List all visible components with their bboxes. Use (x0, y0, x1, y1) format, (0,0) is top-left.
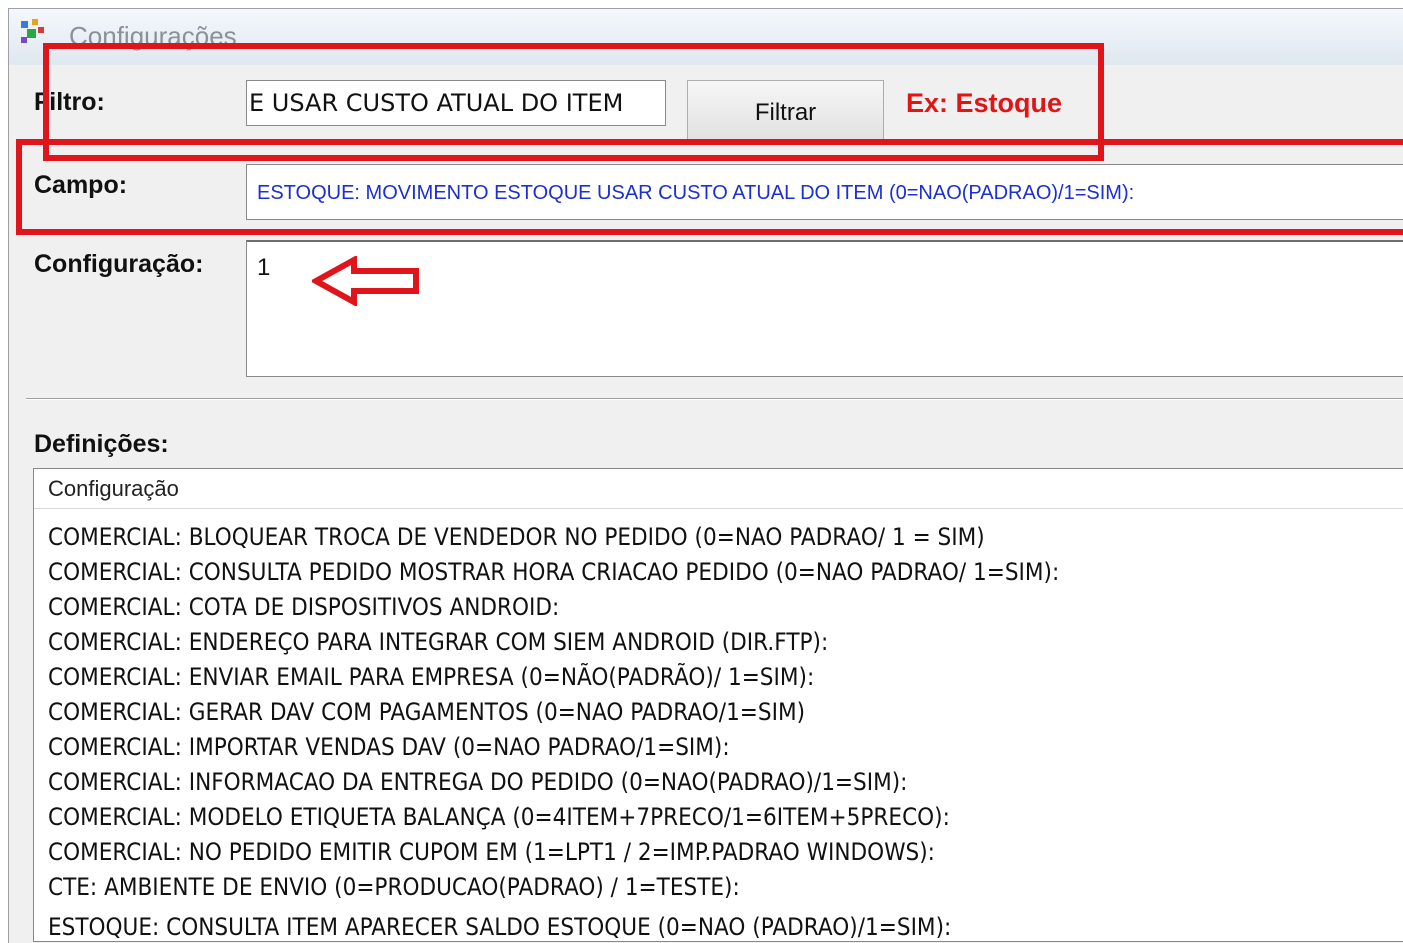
filter-example-hint: Ex: Estoque (906, 88, 1063, 118)
list-item[interactable]: COMERCIAL: NO PEDIDO EMITIR CUPOM EM (1=… (48, 834, 935, 870)
list-item[interactable]: CTE: AMBIENTE DE ENVIO (0=PRODUCAO(PADRA… (48, 869, 740, 905)
campo-label: Campo: (34, 171, 128, 199)
list-item[interactable]: COMERCIAL: COTA DE DISPOSITIVOS ANDROID: (48, 589, 559, 625)
list-item[interactable]: COMERCIAL: ENVIAR EMAIL PARA EMPRESA (0=… (48, 659, 814, 695)
definicoes-label: Definições: (34, 430, 169, 458)
title-bar: Configurações (9, 9, 1403, 65)
list-item[interactable]: COMERCIAL: IMPORTAR VENDAS DAV (0=NAO PA… (48, 729, 730, 765)
app-icon (21, 19, 44, 43)
window-title: Configurações (69, 21, 237, 51)
list-item[interactable]: COMERCIAL: INFORMACAO DA ENTREGA DO PEDI… (48, 764, 907, 800)
separator (26, 398, 1403, 400)
definicoes-list[interactable]: Configuração COMERCIAL: BLOQUEAR TROCA D… (33, 468, 1403, 942)
list-item[interactable]: COMERCIAL: GERAR DAV COM PAGAMENTOS (0=N… (48, 694, 805, 730)
filter-label: Filtro: (34, 88, 105, 116)
list-item[interactable]: COMERCIAL: ENDEREÇO PARA INTEGRAR COM SI… (48, 624, 828, 660)
filter-button[interactable]: Filtrar (687, 80, 884, 140)
configuracao-label: Configuração: (34, 250, 204, 278)
left-arrow-icon (312, 256, 419, 306)
column-header-configuracao[interactable]: Configuração (34, 469, 1403, 509)
list-item[interactable]: COMERCIAL: MODELO ETIQUETA BALANÇA (0=4I… (48, 799, 950, 835)
filter-input[interactable]: E USAR CUSTO ATUAL DO ITEM (246, 80, 666, 126)
campo-field[interactable]: ESTOQUE: MOVIMENTO ESTOQUE USAR CUSTO AT… (246, 164, 1403, 220)
list-item[interactable]: COMERCIAL: CONSULTA PEDIDO MOSTRAR HORA … (48, 554, 1059, 590)
list-item[interactable]: ESTOQUE: CONSULTA ITEM APARECER SALDO ES… (48, 909, 951, 941)
list-item[interactable]: COMERCIAL: BLOQUEAR TROCA DE VENDEDOR NO… (48, 519, 985, 555)
